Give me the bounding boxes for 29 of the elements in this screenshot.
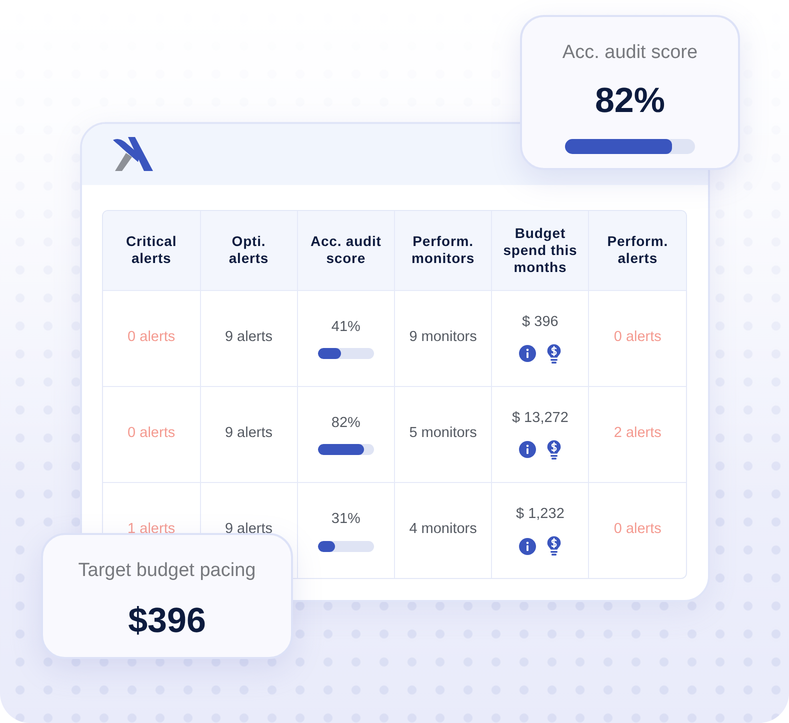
score-percent: 41%	[331, 318, 360, 337]
column-header: Budget spend this months	[492, 211, 589, 290]
logo-icon	[113, 137, 153, 171]
table-cell: 0 alerts	[103, 386, 200, 482]
column-header: Acc. audit score	[297, 211, 394, 290]
budget-amount: $ 396	[522, 313, 558, 332]
info-icon[interactable]	[519, 538, 536, 555]
table-cell: 0 alerts	[588, 482, 686, 578]
table-cell: 5 monitors	[394, 386, 492, 482]
score-percent: 31%	[331, 510, 360, 529]
info-icon[interactable]	[519, 441, 536, 458]
score-value: 82%	[594, 81, 666, 121]
column-header: Perform. monitors	[394, 211, 492, 290]
budget-amount: $ 1,232	[516, 505, 564, 524]
score-percent: 82%	[331, 414, 360, 433]
table-cell: 9 alerts	[200, 290, 298, 386]
dollar-bulb-icon[interactable]	[547, 440, 562, 460]
dollar-bulb-icon[interactable]	[547, 344, 562, 364]
column-header: Perform. alerts	[588, 211, 686, 290]
budget-amount: $ 13,272	[512, 409, 568, 428]
table-cell: 9 monitors	[394, 290, 492, 386]
table-cell: 0 alerts	[103, 290, 200, 386]
pacing-value: $396	[128, 601, 206, 641]
dollar-bulb-icon[interactable]	[547, 536, 562, 556]
card-title: Acc. audit score	[562, 41, 698, 65]
info-icon[interactable]	[519, 345, 536, 362]
table-cell: 9 alerts	[200, 386, 298, 482]
column-header: Opti. alerts	[200, 211, 298, 290]
column-header: Critical alerts	[103, 211, 200, 290]
